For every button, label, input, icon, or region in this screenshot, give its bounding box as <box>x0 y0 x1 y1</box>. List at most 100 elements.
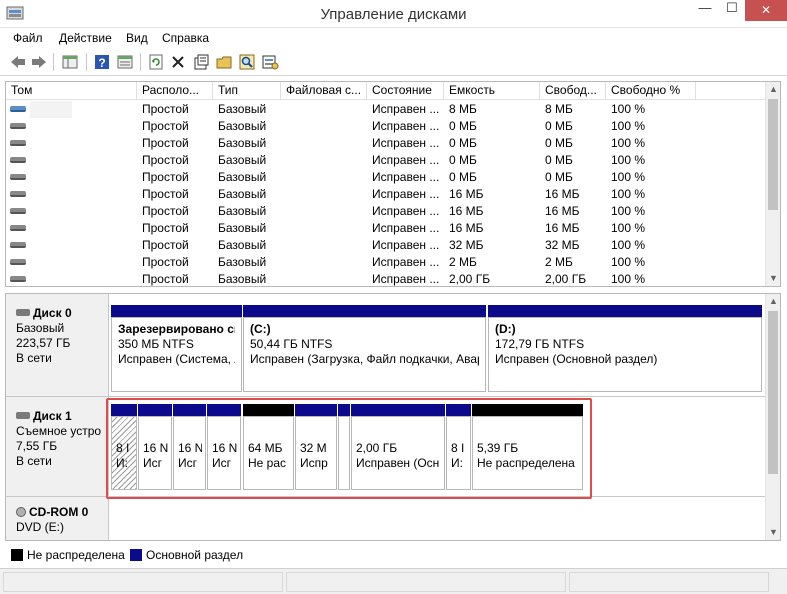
cell-volume <box>30 152 35 169</box>
scroll-down-arrow[interactable]: ▼ <box>766 525 780 540</box>
cell-free-space: 16 МБ <box>545 204 580 218</box>
cell-layout: Простой <box>142 255 189 269</box>
disk0-name: Диск 0 <box>33 306 72 320</box>
partition-unallocated[interactable]: 5,39 ГБ Не распределена <box>472 404 583 490</box>
partition-status: Исправен (Загрузка, Файл подкачки, Авар <box>250 352 479 366</box>
cell-layout: Простой <box>142 238 189 252</box>
cell-layout: Простой <box>142 272 189 286</box>
table-row[interactable]: Простой Базовый Исправен ... 32 МБ 32 МБ 100 … <box>6 237 766 254</box>
partition-d[interactable]: (D:) 172,79 ГБ NTFS Исправен (Основной р… <box>488 305 762 392</box>
cell-filesystem <box>281 220 286 237</box>
column-header-volume[interactable]: Том <box>6 82 137 100</box>
forward-icon[interactable] <box>30 53 48 71</box>
column-header-free-space[interactable]: Свобод... <box>540 82 606 100</box>
table-row[interactable]: Простой Базовый Исправен ... 0 МБ 0 МБ 100 % <box>6 135 766 152</box>
partition-color-bar <box>338 404 350 416</box>
partition-status: Исг <box>212 456 232 470</box>
partition-primary[interactable]: 32 М Испр <box>295 404 337 490</box>
cell-status: Исправен ... <box>372 170 440 184</box>
properties-view-icon[interactable] <box>116 53 134 71</box>
partition-size: 50,44 ГБ NTFS <box>250 337 333 351</box>
partition-primary[interactable]: 8 I И: <box>446 404 471 490</box>
disk1-label[interactable]: Диск 1 Съемное устро 7,55 ГБ В сети <box>6 397 109 496</box>
table-row[interactable]: Простой Базовый Исправен ... 0 МБ 0 МБ 100 % <box>6 152 766 169</box>
disk-icon <box>16 309 30 316</box>
menu-view[interactable]: Вид <box>126 31 148 45</box>
partition-primary[interactable]: 8 I И: <box>111 404 137 490</box>
status-cell <box>569 572 769 592</box>
cdrom-icon <box>16 507 26 517</box>
partition-primary[interactable]: 2,00 ГБ Исправен (Осн <box>351 404 445 490</box>
wizard-icon[interactable] <box>261 53 279 71</box>
scroll-thumb[interactable] <box>768 99 778 210</box>
back-icon[interactable] <box>9 53 27 71</box>
table-row[interactable]: Простой Базовый Исправен ... 16 МБ 16 МБ 100 … <box>6 220 766 237</box>
cell-capacity: 0 МБ <box>449 153 477 167</box>
cell-status: Исправен ... <box>372 153 440 167</box>
table-row[interactable]: Простой Базовый Исправен ... 8 МБ 8 МБ 100 % <box>6 101 766 118</box>
disk-map-scrollbar[interactable]: ▲ ▼ <box>765 294 780 540</box>
legend-swatch-primary <box>130 549 142 561</box>
cell-free-space: 2,00 ГБ <box>545 272 587 286</box>
cell-free-percent: 100 % <box>611 238 646 252</box>
row-selection <box>30 101 72 118</box>
column-header-capacity[interactable]: Емкость <box>444 82 540 100</box>
cell-status: Исправен ... <box>372 272 440 286</box>
column-header-filesystem[interactable]: Файловая с... <box>281 82 367 100</box>
column-header-free-percent[interactable]: Свободно % <box>606 82 696 100</box>
menu-help[interactable]: Справка <box>162 31 209 45</box>
cell-filesystem <box>281 186 286 203</box>
partition-primary[interactable]: 16 N Исг <box>207 404 241 490</box>
refresh-icon[interactable] <box>147 53 165 71</box>
column-header-layout[interactable]: Располо... <box>137 82 213 100</box>
cell-status: Исправен ... <box>372 221 440 235</box>
minimize-button[interactable]: — <box>691 0 719 21</box>
scroll-up-arrow[interactable]: ▲ <box>766 294 780 309</box>
scroll-down-arrow[interactable]: ▼ <box>766 271 780 286</box>
volume-icon <box>10 140 26 146</box>
volume-list-scrollbar[interactable]: ▲ ▼ <box>765 82 780 286</box>
column-header-status[interactable]: Состояние <box>367 82 444 100</box>
volume-icon <box>10 225 26 231</box>
maximize-button[interactable]: ☐ <box>719 0 745 21</box>
cdrom-label[interactable]: CD-ROM 0 DVD (E:) <box>6 497 109 540</box>
console-tree-icon[interactable] <box>61 53 79 71</box>
partition-primary[interactable]: 16 N Исг <box>173 404 206 490</box>
partition-primary[interactable] <box>338 404 350 490</box>
table-row[interactable]: Простой Базовый Исправен ... 16 МБ 16 МБ 100 … <box>6 186 766 203</box>
properties-icon[interactable] <box>192 53 210 71</box>
close-button[interactable]: ✕ <box>745 0 787 21</box>
table-row[interactable]: Простой Базовый Исправен ... 16 МБ 16 МБ 100 … <box>6 203 766 220</box>
title-bar: Управление дисками — ☐ ✕ <box>0 0 787 28</box>
search-icon[interactable] <box>238 53 256 71</box>
status-cell <box>3 572 283 592</box>
volume-list[interactable]: Том Располо... Тип Файловая с... Состоян… <box>5 81 781 287</box>
scroll-thumb[interactable] <box>768 311 778 474</box>
partition-unallocated[interactable]: 64 МБ Не рас <box>243 404 294 490</box>
partition-status: Не рас <box>248 456 287 470</box>
cell-free-percent: 100 % <box>611 170 646 184</box>
menu-file[interactable]: Файл <box>13 31 43 45</box>
cell-free-space: 0 МБ <box>545 119 573 133</box>
scroll-up-arrow[interactable]: ▲ <box>766 82 780 97</box>
open-icon[interactable] <box>215 53 233 71</box>
cell-free-space: 0 МБ <box>545 170 573 184</box>
partition-reserved[interactable]: Зарезервировано си 350 МБ NTFS Исправен … <box>111 305 242 392</box>
cell-volume <box>30 237 35 254</box>
svg-text:?: ? <box>98 56 105 70</box>
cell-volume <box>30 135 35 152</box>
table-row[interactable]: Простой Базовый Исправен ... 2 МБ 2 МБ 100 % <box>6 254 766 271</box>
menu-action[interactable]: Действие <box>59 31 112 45</box>
disk0-label[interactable]: Диск 0 Базовый 223,57 ГБ В сети <box>6 294 109 396</box>
partition-primary[interactable]: 16 N Исг <box>138 404 172 490</box>
partition-status: Исправен (Основной раздел) <box>495 352 658 366</box>
table-row[interactable]: Простой Базовый Исправен ... 0 МБ 0 МБ 100 % <box>6 169 766 186</box>
delete-icon[interactable] <box>169 53 187 71</box>
column-header-type[interactable]: Тип <box>213 82 281 100</box>
help-icon[interactable]: ? <box>93 53 111 71</box>
partition-c[interactable]: (C:) 50,44 ГБ NTFS Исправен (Загрузка, Ф… <box>243 305 486 392</box>
table-row[interactable]: Простой Базовый Исправен ... 0 МБ 0 МБ 100 % <box>6 118 766 135</box>
cell-type: Базовый <box>218 272 267 286</box>
cell-type: Базовый <box>218 102 267 116</box>
table-row[interactable]: Простой Базовый Исправен ... 2,00 ГБ 2,00 ГБ… <box>6 271 766 286</box>
